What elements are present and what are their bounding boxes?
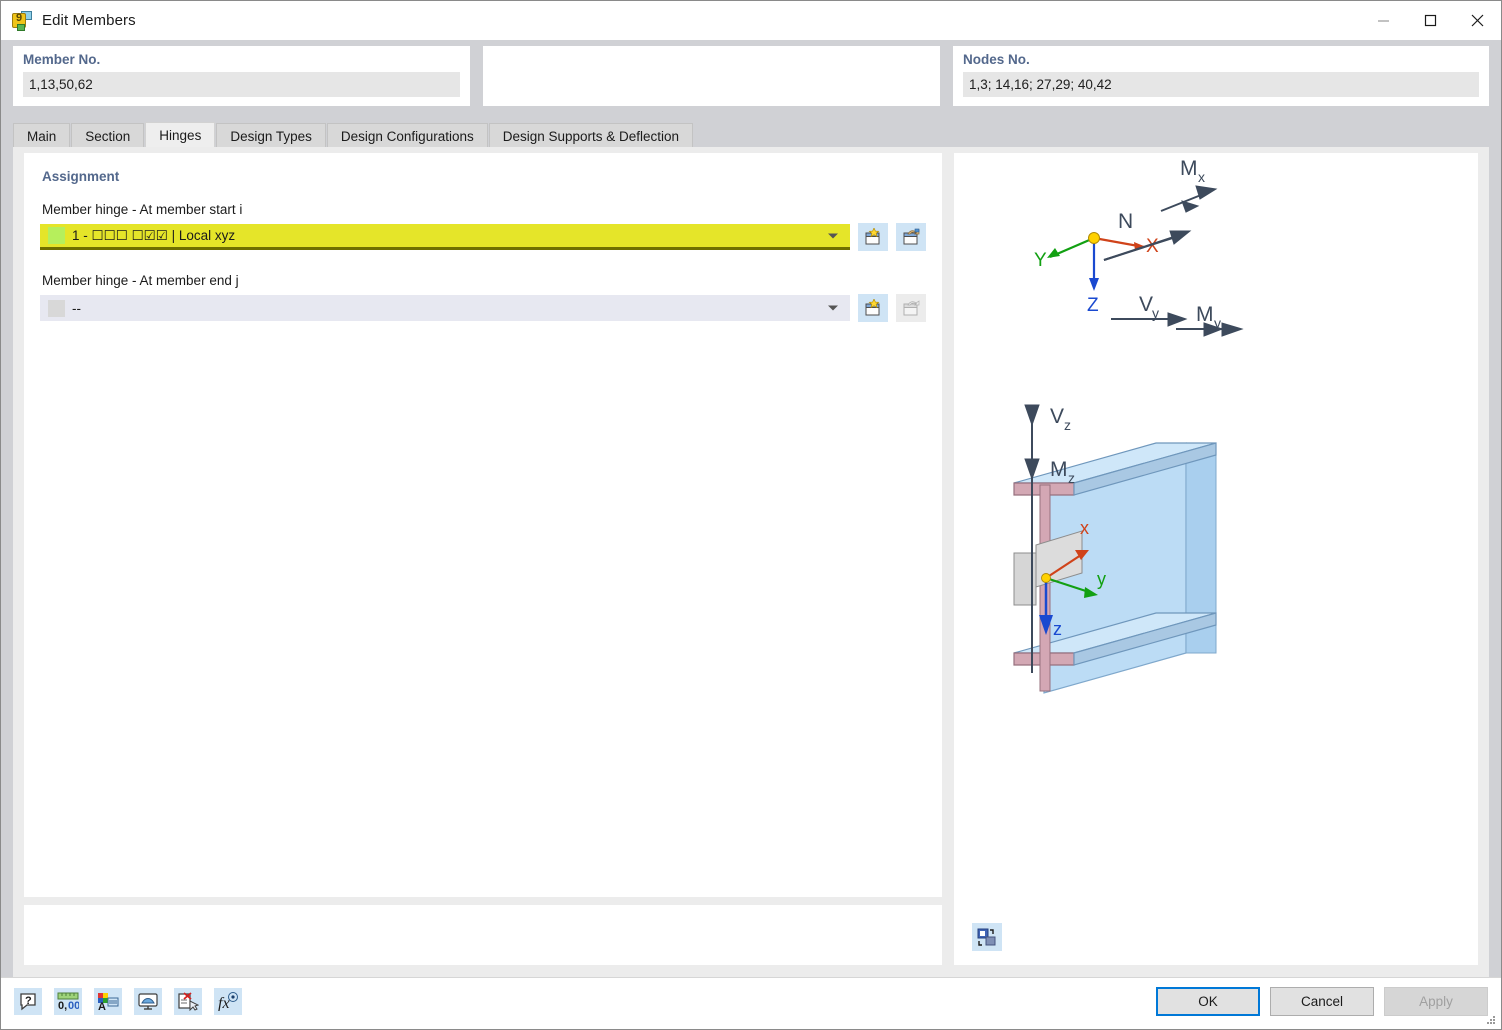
visualization-icon[interactable] bbox=[134, 988, 162, 1015]
header-fields: Member No. 1,13,50,62 Nodes No. 1,3; 14,… bbox=[1, 40, 1501, 112]
svg-text:A: A bbox=[98, 1001, 106, 1011]
hinge-start-value: 1 - ☐☐☐ ☐☑☑ | Local xyz bbox=[72, 227, 236, 243]
title-bar: Edit Members bbox=[1, 1, 1501, 40]
assignment-footer-panel bbox=[24, 905, 942, 965]
tab-design-types[interactable]: Design Types bbox=[216, 123, 326, 148]
svg-text:M: M bbox=[1050, 458, 1068, 481]
i-beam-3d-model bbox=[1013, 442, 1217, 694]
edit-hinge-end-button bbox=[896, 294, 926, 322]
svg-text:Y: Y bbox=[1034, 250, 1047, 271]
hinge-end-combobox[interactable]: -- bbox=[40, 295, 850, 321]
svg-text:M: M bbox=[1180, 157, 1198, 180]
hinge-start-combobox[interactable]: 1 - ☐☐☐ ☐☑☑ | Local xyz bbox=[40, 224, 850, 250]
toggle-view-button[interactable] bbox=[972, 923, 1002, 951]
display-properties-icon[interactable]: A bbox=[94, 988, 122, 1015]
nodes-no-value[interactable]: 1,3; 14,16; 27,29; 40,42 bbox=[963, 72, 1479, 97]
edit-members-dialog: Edit Members Member No. 1,13,50,62 Nodes… bbox=[0, 0, 1502, 1030]
member-hinge-preview-graphic: X Y Z x y z N M x V y M y V z M z bbox=[1013, 157, 1244, 694]
svg-text:V: V bbox=[1050, 405, 1064, 428]
svg-text:fx: fx bbox=[218, 995, 230, 1011]
assignment-title: Assignment bbox=[42, 169, 120, 184]
tab-content-hinges: Assignment Member hinge - At member star… bbox=[13, 147, 1489, 977]
dialog-action-buttons: OK Cancel Apply bbox=[1156, 987, 1488, 1016]
hinge-start-label: Member hinge - At member start i bbox=[42, 202, 243, 217]
svg-text:z: z bbox=[1068, 470, 1075, 486]
member-no-label: Member No. bbox=[23, 52, 101, 67]
tab-main[interactable]: Main bbox=[13, 123, 71, 148]
cancel-button[interactable]: Cancel bbox=[1270, 987, 1374, 1016]
hinge-start-row: 1 - ☐☐☐ ☐☑☑ | Local xyz bbox=[40, 223, 926, 251]
nodes-no-label: Nodes No. bbox=[963, 52, 1030, 67]
delete-comment-icon[interactable] bbox=[174, 988, 202, 1015]
app-icon bbox=[12, 10, 32, 31]
hinge-end-color-swatch bbox=[48, 299, 65, 317]
ok-button[interactable]: OK bbox=[1156, 987, 1260, 1016]
resize-grip[interactable] bbox=[1485, 1014, 1497, 1026]
window-controls bbox=[1360, 1, 1501, 40]
close-button[interactable] bbox=[1454, 1, 1501, 40]
nodes-no-box: Nodes No. 1,3; 14,16; 27,29; 40,42 bbox=[953, 46, 1489, 106]
middle-box bbox=[483, 46, 940, 106]
member-no-value[interactable]: 1,13,50,62 bbox=[23, 72, 460, 97]
footer-toolbar: ? 0, 00 A fx bbox=[14, 988, 242, 1015]
maximize-button[interactable] bbox=[1407, 1, 1454, 40]
dialog-footer: ? 0, 00 A fx OK Cancel Apply bbox=[1, 977, 1501, 1029]
units-icon[interactable]: 0, 00 bbox=[54, 988, 82, 1015]
chevron-down-icon[interactable] bbox=[828, 233, 838, 238]
hinge-end-row: -- bbox=[40, 294, 926, 322]
svg-text:M: M bbox=[1196, 303, 1214, 326]
svg-text:z: z bbox=[1064, 417, 1071, 433]
svg-text:?: ? bbox=[25, 995, 32, 1007]
svg-text:00: 00 bbox=[68, 1000, 79, 1011]
tab-design-configurations[interactable]: Design Configurations bbox=[326, 123, 488, 148]
new-hinge-end-button[interactable] bbox=[858, 294, 888, 322]
assignment-panel: Assignment Member hinge - At member star… bbox=[24, 153, 942, 897]
svg-text:y: y bbox=[1152, 305, 1159, 321]
svg-text:x: x bbox=[1080, 518, 1089, 538]
minimize-button[interactable] bbox=[1360, 1, 1407, 40]
tab-bar: Main Section Hinges Design Types Design … bbox=[13, 122, 694, 148]
preview-panel: X Y Z x y z N M x V y M y V z M z bbox=[954, 153, 1478, 965]
svg-text:z: z bbox=[1053, 619, 1062, 639]
tab-hinges[interactable]: Hinges bbox=[145, 122, 216, 148]
svg-text:V: V bbox=[1139, 293, 1153, 316]
new-hinge-start-button[interactable] bbox=[858, 223, 888, 251]
svg-text:N: N bbox=[1118, 210, 1133, 233]
hinge-start-color-swatch bbox=[48, 227, 65, 244]
svg-text:y: y bbox=[1214, 315, 1221, 331]
window-title: Edit Members bbox=[42, 12, 136, 29]
edit-hinge-start-button[interactable] bbox=[896, 223, 926, 251]
formula-icon[interactable]: fx bbox=[214, 988, 242, 1015]
hinge-end-value: -- bbox=[72, 300, 81, 316]
svg-text:x: x bbox=[1198, 169, 1205, 185]
member-no-box: Member No. 1,13,50,62 bbox=[13, 46, 470, 106]
tab-section[interactable]: Section bbox=[71, 123, 145, 148]
svg-text:y: y bbox=[1097, 569, 1106, 589]
tab-design-supports-deflection[interactable]: Design Supports & Deflection bbox=[488, 123, 694, 148]
chevron-down-icon[interactable] bbox=[828, 305, 838, 311]
svg-text:Z: Z bbox=[1087, 295, 1099, 316]
svg-text:0,: 0, bbox=[58, 1000, 67, 1011]
apply-button: Apply bbox=[1384, 987, 1488, 1016]
hinge-end-label: Member hinge - At member end j bbox=[42, 273, 239, 288]
help-icon[interactable]: ? bbox=[14, 988, 42, 1015]
